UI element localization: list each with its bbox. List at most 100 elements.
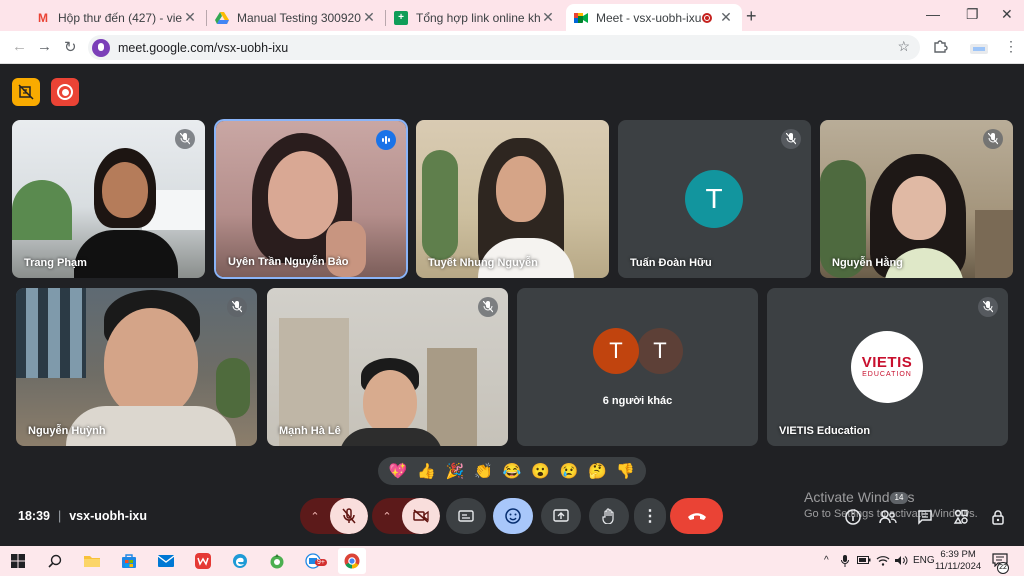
reaction-thinking[interactable]: 🤔 xyxy=(588,464,607,479)
participant-face xyxy=(104,308,198,418)
participant-name: Trang Phạm xyxy=(24,257,87,269)
reactions-button[interactable] xyxy=(493,498,533,534)
audio-settings-chevron-icon[interactable]: ⌃ xyxy=(300,498,330,534)
search-icon[interactable] xyxy=(45,551,65,571)
mail-badge: 9+ xyxy=(315,559,327,566)
tab-meet[interactable]: Meet - vsx-uobh-ixu ✕ xyxy=(566,4,742,31)
reaction-surprised[interactable]: 😮 xyxy=(531,464,550,479)
edge-browser-icon[interactable] xyxy=(230,551,250,571)
tab-course-links[interactable]: + Tổng hợp link online khóa học ✕ xyxy=(386,4,564,31)
tab-title: Manual Testing 30092024 - Goo xyxy=(237,10,361,25)
meeting-details-icon[interactable] xyxy=(843,507,863,527)
notification-center-icon[interactable]: 22 xyxy=(992,553,1010,574)
speaking-indicator-icon xyxy=(376,130,396,150)
extensions-icon[interactable] xyxy=(933,38,948,56)
host-controls-icon[interactable] xyxy=(12,78,40,106)
captions-button[interactable] xyxy=(446,498,486,534)
tab-title: Tổng hợp link online khóa học xyxy=(416,10,540,25)
input-language[interactable]: ENG xyxy=(913,555,935,566)
host-controls-lock-icon[interactable] xyxy=(988,507,1008,527)
reaction-clap[interactable]: 👏 xyxy=(474,464,493,479)
video-settings-chevron-icon[interactable]: ⌃ xyxy=(372,498,402,534)
minimize-icon[interactable]: — xyxy=(926,6,940,22)
file-explorer-icon[interactable] xyxy=(82,551,102,571)
mic-toggle-button[interactable] xyxy=(330,498,368,534)
leave-call-button[interactable] xyxy=(670,498,723,534)
chrome-menu-icon[interactable]: ⋮ xyxy=(1004,38,1018,55)
avatar: T xyxy=(637,328,683,374)
reaction-sad[interactable]: 😢 xyxy=(560,464,579,479)
participant-count-badge: 14 xyxy=(890,492,908,504)
reaction-sparkling-heart[interactable]: 💖 xyxy=(389,464,408,479)
volume-icon[interactable] xyxy=(894,555,908,569)
logo-text: VIETIS xyxy=(861,354,913,371)
participant-name: Uyên Trần Nguyễn Bảo xyxy=(228,256,349,268)
profile-extension-icon[interactable] xyxy=(970,41,988,57)
tray-mic-icon[interactable] xyxy=(841,555,849,570)
meeting-info: 18:39 | vsx-uobh-ixu xyxy=(18,509,148,523)
reaction-thumbs-down[interactable]: 👎 xyxy=(616,464,635,479)
mail-notification-icon[interactable]: 9+ xyxy=(304,551,327,571)
forward-icon[interactable]: → xyxy=(37,38,52,55)
bookmark-star-icon[interactable]: ☆ xyxy=(897,38,910,55)
chrome-taskbar-icon[interactable] xyxy=(338,548,366,574)
reaction-laugh[interactable]: 😂 xyxy=(503,464,522,479)
camera-toggle-button[interactable] xyxy=(402,498,440,534)
participant-tile[interactable]: Tuyết Nhung Nguyễn xyxy=(416,120,609,278)
participant-tile[interactable]: Nguyễn Huỳnh xyxy=(16,288,257,446)
participant-tile[interactable]: T Tuấn Đoàn Hữu xyxy=(618,120,811,278)
recording-icon[interactable] xyxy=(51,78,79,106)
close-tab-icon[interactable]: ✕ xyxy=(718,9,734,26)
raise-hand-button[interactable] xyxy=(589,498,629,534)
participant-name: Mạnh Hà Lê xyxy=(279,425,341,437)
close-tab-icon[interactable]: ✕ xyxy=(540,9,556,26)
participant-tile[interactable]: Nguyễn Hằng xyxy=(820,120,1013,278)
reload-icon[interactable]: ↻ xyxy=(64,38,77,56)
battery-icon[interactable] xyxy=(857,555,871,568)
notification-count: 22 xyxy=(997,562,1009,574)
tab-manual-testing[interactable]: Manual Testing 30092024 - Goo ✕ xyxy=(207,4,385,31)
windows-start-icon[interactable] xyxy=(8,551,28,571)
system-clock[interactable]: 6:39 PM 11/11/2024 xyxy=(935,549,981,573)
wifi-icon[interactable] xyxy=(876,555,890,569)
participant-tile[interactable]: Mạnh Hà Lê xyxy=(267,288,508,446)
avatar: T xyxy=(593,328,639,374)
tab-gmail[interactable]: M Hộp thư đến (427) - vietis_edu@ ✕ xyxy=(28,4,206,31)
back-icon[interactable]: ← xyxy=(12,38,27,55)
reaction-thumbs-up[interactable]: 👍 xyxy=(417,464,436,479)
mic-off-icon xyxy=(781,129,801,149)
maximize-icon[interactable]: ❐ xyxy=(966,6,979,23)
address-bar[interactable]: meet.google.com/vsx-uobh-ixu ☆ xyxy=(88,35,920,60)
reaction-party[interactable]: 🎉 xyxy=(446,464,465,479)
new-tab-button[interactable]: + xyxy=(746,6,757,27)
participant-tile[interactable]: Uyên Trần Nguyễn Bảo xyxy=(216,121,406,277)
activities-icon[interactable] xyxy=(951,507,971,527)
avatar: T xyxy=(685,170,743,228)
present-screen-button[interactable] xyxy=(541,498,581,534)
site-info-icon[interactable] xyxy=(92,38,110,57)
close-tab-icon[interactable]: ✕ xyxy=(182,9,198,26)
google-sheets-icon: + xyxy=(394,10,408,25)
people-icon[interactable] xyxy=(878,507,898,527)
others-tile[interactable]: T T 6 người khác xyxy=(517,288,758,446)
wps-office-icon[interactable] xyxy=(193,551,213,571)
participant-face xyxy=(102,162,148,218)
others-count-label: 6 người khác xyxy=(602,395,673,407)
show-hidden-icons-chevron-icon[interactable]: ^ xyxy=(824,555,829,566)
participant-face xyxy=(496,156,546,222)
mail-app-icon[interactable] xyxy=(156,551,176,571)
close-tab-icon[interactable]: ✕ xyxy=(361,9,377,26)
coccoc-browser-icon[interactable] xyxy=(267,551,287,571)
microsoft-store-icon[interactable] xyxy=(119,551,139,571)
participant-name: VIETIS Education xyxy=(779,425,871,437)
tab-title: Hộp thư đến (427) - vietis_edu@ xyxy=(58,10,182,25)
participant-tile[interactable]: Trang Phạm xyxy=(12,120,205,278)
participant-face xyxy=(892,176,946,240)
gmail-icon: M xyxy=(38,10,48,25)
participant-tile[interactable]: VIETIS EDUCATION VIETIS Education xyxy=(767,288,1008,446)
mic-off-icon xyxy=(478,297,498,317)
more-options-button[interactable]: ⋮ xyxy=(634,498,666,534)
close-window-icon[interactable]: ✕ xyxy=(1001,6,1013,23)
chat-icon[interactable] xyxy=(915,507,935,527)
camera-control: ⌃ xyxy=(372,498,440,534)
